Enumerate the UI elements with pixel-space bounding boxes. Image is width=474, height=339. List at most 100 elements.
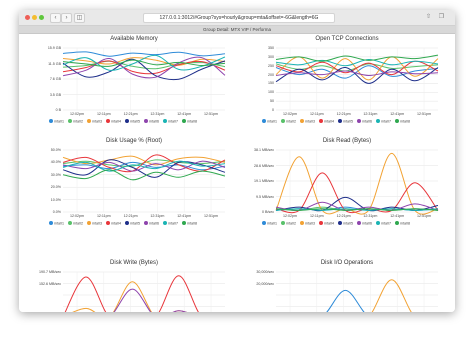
- tabs-icon[interactable]: ❐: [437, 13, 446, 21]
- legend-swatch: [357, 221, 361, 225]
- tab-bar: Group Detail: MTX VIP / Performa: [19, 26, 455, 34]
- legend-item-mta08[interactable]: mta08: [182, 221, 197, 226]
- legend-swatch: [163, 119, 167, 123]
- legend-label: mta07: [168, 221, 178, 226]
- y-axis-tick-label: 15.9 GB: [47, 46, 61, 50]
- legend-swatch: [163, 221, 167, 225]
- legend-swatch: [125, 221, 129, 225]
- legend-label: mta06: [149, 119, 159, 124]
- series-line-mta03: [72, 281, 188, 312]
- legend-item-mta01[interactable]: mta01: [262, 119, 277, 124]
- legend-item-mta04[interactable]: mta04: [106, 221, 121, 226]
- legend-item-mta04[interactable]: mta04: [319, 119, 334, 124]
- x-axis-tick-label: 12:51pm: [204, 112, 218, 116]
- legend-item-mta04[interactable]: mta04: [319, 221, 334, 226]
- disk-read-plot: [275, 149, 439, 215]
- open-tcp-plot: [275, 47, 439, 111]
- disk-io-plot: [276, 271, 438, 312]
- legend-swatch: [395, 119, 399, 123]
- x-axis-tick-label: 12:31pm: [150, 112, 165, 116]
- x-axis-tick-label: 12:11pm: [309, 214, 324, 218]
- legend-item-mta08[interactable]: mta08: [182, 119, 197, 124]
- legend-swatch: [106, 119, 110, 123]
- sidebar-icon[interactable]: ◫: [74, 13, 85, 23]
- legend-swatch: [49, 119, 53, 123]
- y-axis-tick-label: 0 B: [55, 108, 61, 112]
- maximize-window-button[interactable]: [39, 15, 44, 20]
- disk-write-chart: Disk Write (Bytes) 190.7 MB/sec 152.6 MB/s…: [39, 260, 229, 312]
- disk-usage-chart: Disk Usage % (Root) 50.0% 40.0% 30.0% 20.0% 1…: [39, 138, 229, 228]
- minimize-window-button[interactable]: [32, 15, 37, 20]
- legend-label: mta06: [362, 119, 372, 124]
- legend-item-mta03[interactable]: mta03: [300, 119, 315, 124]
- legend-item-mta05[interactable]: mta05: [338, 221, 353, 226]
- legend-item-mta05[interactable]: mta05: [125, 221, 140, 226]
- legend-item-mta03[interactable]: mta03: [87, 119, 102, 124]
- y-axis-tick-label: 0.0%: [52, 210, 61, 214]
- browser-toolbar: ‹ › ◫ 127.0.0.1:3012/#Group?sys=hourly&g…: [19, 10, 455, 26]
- legend-swatch: [262, 119, 266, 123]
- legend-item-mta06[interactable]: mta06: [144, 119, 159, 124]
- legend-item-mta06[interactable]: mta06: [144, 221, 159, 226]
- legend-label: mta04: [111, 221, 121, 226]
- legend-item-mta05[interactable]: mta05: [125, 119, 140, 124]
- legend-swatch: [125, 119, 129, 123]
- legend-item-mta03[interactable]: mta03: [87, 221, 102, 226]
- legend-item-mta07[interactable]: mta07: [163, 221, 178, 226]
- y-axis-tick-label: 7.6 GB: [49, 77, 61, 81]
- legend-swatch: [376, 221, 380, 225]
- forward-icon[interactable]: ›: [61, 13, 72, 23]
- legend-item-mta08[interactable]: mta08: [395, 119, 410, 124]
- legend-item-mta07[interactable]: mta07: [163, 119, 178, 124]
- legend-label: mta04: [324, 119, 334, 124]
- legend-item-mta02[interactable]: mta02: [281, 221, 296, 226]
- legend-item-mta05[interactable]: mta05: [338, 119, 353, 124]
- legend-item-mta03[interactable]: mta03: [300, 221, 315, 226]
- address-bar[interactable]: 127.0.0.1:3012/#Group?sys=hourly&group=m…: [143, 13, 335, 23]
- x-axis-tick-label: 12:21pm: [123, 112, 138, 116]
- legend-label: mta05: [130, 221, 140, 226]
- x-axis-tick-label: 12:02pm: [283, 112, 297, 116]
- y-axis-tick-label: 20.0%: [50, 185, 61, 190]
- legend-item-mta02[interactable]: mta02: [281, 119, 296, 124]
- legend-swatch: [144, 119, 148, 123]
- legend-item-mta06[interactable]: mta06: [357, 221, 372, 226]
- legend-item-mta06[interactable]: mta06: [357, 119, 372, 124]
- legend-swatch: [87, 119, 91, 123]
- legend-label: mta08: [400, 221, 410, 226]
- legend-swatch: [87, 221, 91, 225]
- tab-title[interactable]: Group Detail: MTX VIP / Performa: [19, 26, 455, 33]
- legend-item-mta01[interactable]: mta01: [49, 221, 64, 226]
- y-axis-tick-label: 50.0%: [50, 148, 61, 152]
- legend-label: mta02: [286, 119, 296, 124]
- legend-item-mta02[interactable]: mta02: [68, 221, 83, 226]
- y-axis-tick-label: 300: [268, 54, 274, 59]
- legend-item-mta07[interactable]: mta07: [376, 221, 391, 226]
- legend-label: mta03: [305, 119, 315, 124]
- series-line-mta03: [371, 279, 412, 312]
- legend-label: mta01: [54, 119, 64, 124]
- share-icon[interactable]: ⇧: [424, 13, 433, 21]
- x-axis-tick-label: 12:11pm: [309, 112, 324, 116]
- legend-label: mta05: [343, 221, 353, 226]
- legend-swatch: [68, 119, 72, 123]
- legend-label: mta05: [343, 119, 353, 124]
- y-axis-tick-label: 19.1 MB/sec: [254, 179, 274, 183]
- legend-item-mta07[interactable]: mta07: [376, 119, 391, 124]
- legend-item-mta01[interactable]: mta01: [262, 221, 277, 226]
- legend-swatch: [106, 221, 110, 225]
- legend-item-mta01[interactable]: mta01: [49, 119, 64, 124]
- legend-item-mta04[interactable]: mta04: [106, 119, 121, 124]
- legend-item-mta02[interactable]: mta02: [68, 119, 83, 124]
- close-window-button[interactable]: [25, 15, 30, 20]
- x-axis-tick-label: 12:11pm: [96, 112, 111, 116]
- x-axis-tick-label: 12:02pm: [70, 214, 84, 218]
- y-axis-tick-label: 350: [268, 46, 274, 50]
- legend-label: mta02: [286, 221, 296, 226]
- legend-label: mta05: [130, 119, 140, 124]
- legend-item-mta08[interactable]: mta08: [395, 221, 410, 226]
- legend-label: mta01: [267, 119, 277, 124]
- legend-swatch: [281, 119, 285, 123]
- chart-legend: mta01 mta02 mta03 mta04 mta05 mta06 mta07 mta08: [262, 119, 414, 124]
- back-icon[interactable]: ‹: [50, 13, 61, 23]
